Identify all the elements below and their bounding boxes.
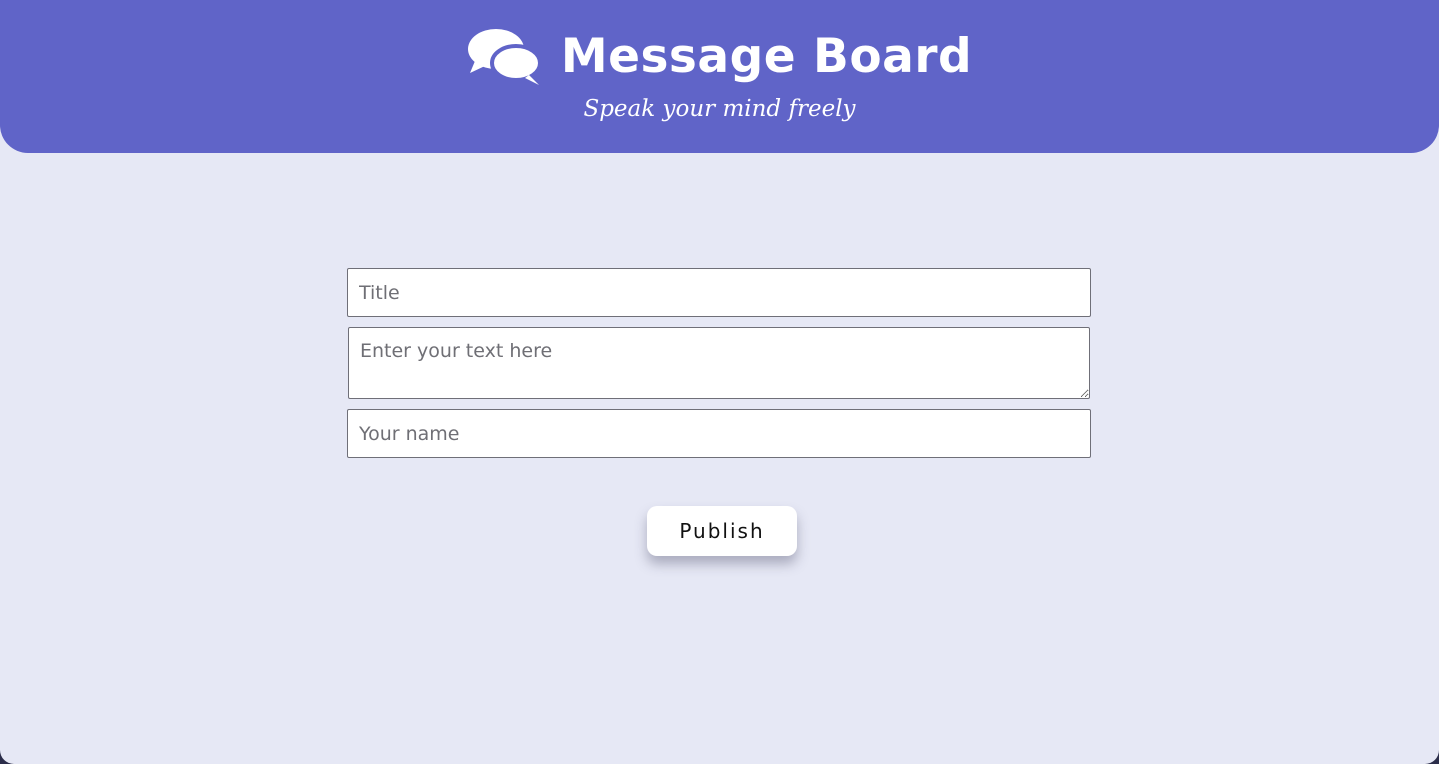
page-header: Message Board Speak your mind freely — [0, 0, 1439, 153]
page-title: Message Board — [560, 28, 973, 84]
title-input[interactable] — [347, 268, 1091, 317]
message-form — [347, 268, 1091, 458]
name-input[interactable] — [347, 409, 1091, 458]
message-text-area[interactable] — [348, 327, 1090, 399]
page-subtitle: Speak your mind freely — [583, 96, 856, 122]
publish-button[interactable]: Publish — [647, 506, 797, 556]
title-row: Message Board — [0, 22, 1439, 90]
message-board-page: Message Board Speak your mind freely Pub… — [0, 0, 1439, 764]
comments-icon — [467, 29, 541, 85]
